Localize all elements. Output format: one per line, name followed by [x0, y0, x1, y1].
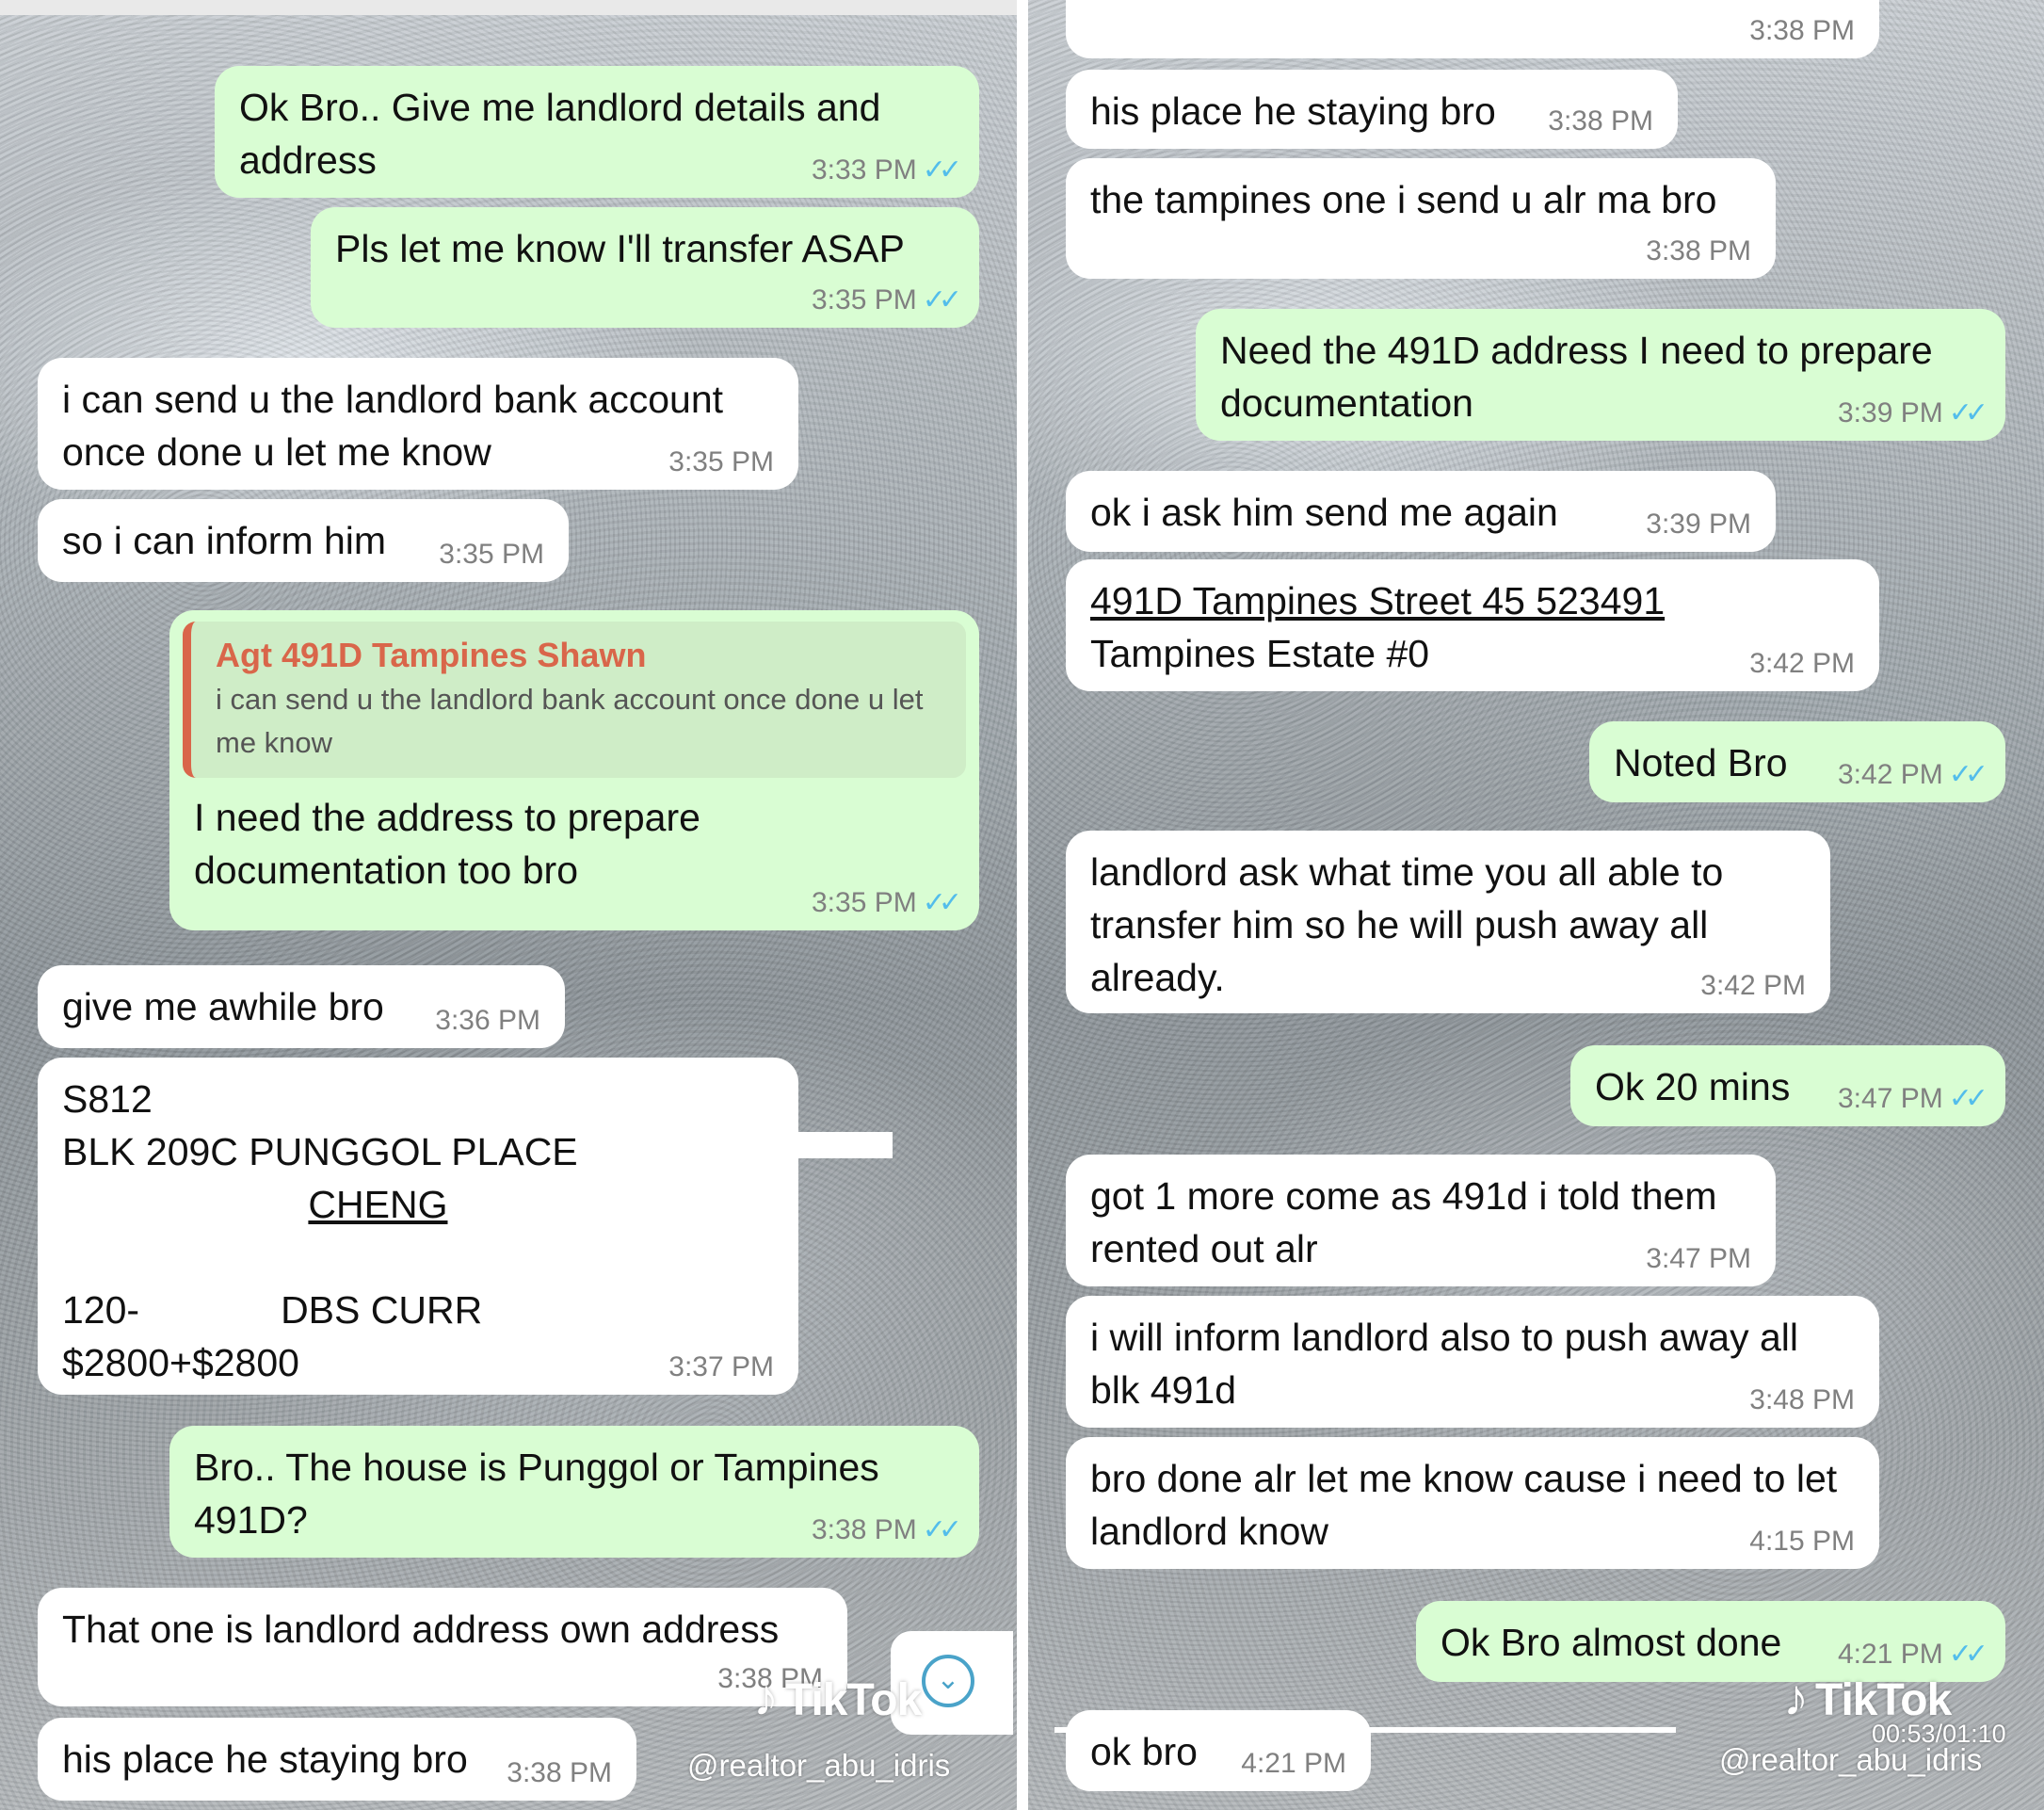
message-time: 3:35 PM — [811, 284, 917, 315]
left-chat-panel: Ok Bro.. Give me landlord details and ad… — [0, 0, 1017, 1810]
redaction-block — [139, 1292, 282, 1334]
video-progress-bar[interactable] — [1054, 1727, 1676, 1733]
panel-divider — [1017, 0, 1028, 1810]
message-bubble-incoming[interactable]: i can send u the landlord bank account o… — [38, 358, 798, 490]
bank-account-line: 120- DBS CURR — [62, 1284, 774, 1336]
message-text: I need the address to prepare documentat… — [194, 796, 700, 892]
redaction-block — [152, 1081, 266, 1123]
chevron-down-icon: ⌄ — [922, 1655, 974, 1707]
message-bubble-incoming[interactable]: landlord ask what time you all able to t… — [1066, 831, 1830, 1013]
read-ticks-icon: ✓✓ — [922, 1514, 962, 1545]
message-text: Tampines Estate #0 — [1090, 632, 1430, 675]
tiktok-logo: ♪ TikTok — [1783, 1670, 1952, 1726]
message-time: 3:38 PM — [1548, 105, 1653, 137]
message-time: 3:38 PM — [811, 1514, 917, 1545]
address-line: BLK 209C PUNGGOL PLACE — [62, 1130, 578, 1173]
message-time: 3:36 PM — [435, 1005, 540, 1036]
address-link[interactable]: 491D Tampines Street 45 523491 — [1090, 574, 1855, 627]
message-bubble-incoming-partial[interactable]: 3:38 PM — [1066, 0, 1879, 58]
read-ticks-icon: ✓✓ — [1948, 397, 1988, 428]
message-time: 3:47 PM — [1837, 1083, 1943, 1114]
account-number-line: S812 — [62, 1073, 774, 1125]
read-ticks-icon: ✓✓ — [922, 154, 962, 186]
message-bubble-incoming[interactable]: i will inform landlord also to push away… — [1066, 1296, 1879, 1428]
message-time: 3:39 PM — [1646, 509, 1751, 540]
read-ticks-icon: ✓✓ — [922, 284, 962, 315]
redaction-block — [62, 1187, 298, 1229]
message-bubble-incoming-bank-details[interactable]: S812 BLK 209C PUNGGOL PLACE CHENG 120- DB… — [38, 1058, 798, 1395]
message-bubble-incoming[interactable]: ok bro 4:21 PM — [1066, 1710, 1371, 1791]
quoted-text: i can send u the landlord bank account o… — [216, 683, 924, 759]
message-bubble-outgoing[interactable]: Pls let me know I'll transfer ASAP 3:35 … — [311, 207, 979, 328]
tiktok-logo: ♪ TikTok — [753, 1670, 922, 1726]
message-time: 3:33 PM — [811, 154, 917, 186]
quoted-message[interactable]: Agt 491D Tampines Shawn i can send u the… — [183, 622, 966, 778]
message-text: That one is landlord address own address — [62, 1608, 780, 1651]
message-time: 4:15 PM — [1749, 1526, 1855, 1557]
message-bubble-incoming[interactable]: so i can inform him 3:35 PM — [38, 499, 569, 582]
message-bubble-incoming[interactable]: got 1 more come as 491d i told them rent… — [1066, 1155, 1776, 1286]
previous-message-edge — [0, 0, 1017, 15]
message-bubble-incoming-address[interactable]: 491D Tampines Street 45 523491 Tampines … — [1066, 559, 1879, 691]
amount-line: $2800+$2800 — [62, 1341, 299, 1384]
message-text: the tampines one i send u alr ma bro — [1090, 178, 1717, 221]
message-time: 3:42 PM — [1749, 648, 1855, 679]
message-bubble-incoming[interactable]: the tampines one i send u alr ma bro 3:3… — [1066, 158, 1776, 279]
message-time: 3:38 PM — [1749, 15, 1855, 46]
message-bubble-incoming[interactable]: That one is landlord address own address… — [38, 1588, 847, 1706]
message-bubble-incoming[interactable]: ok i ask him send me again 3:39 PM — [1066, 471, 1776, 552]
read-ticks-icon: ✓✓ — [1948, 1639, 1988, 1670]
message-time: 3:42 PM — [1700, 970, 1806, 1001]
message-time: 3:48 PM — [1749, 1384, 1855, 1415]
message-bubble-incoming[interactable]: his place he staying bro 3:38 PM — [38, 1718, 636, 1801]
read-ticks-icon: ✓✓ — [1948, 759, 1988, 790]
message-text: bro done alr let me know cause i need to… — [1090, 1457, 1838, 1553]
message-bubble-outgoing[interactable]: Need the 491D address I need to prepare … — [1196, 309, 2005, 441]
message-bubble-incoming[interactable]: give me awhile bro 3:36 PM — [38, 965, 565, 1048]
tiktok-handle: @realtor_abu_idris — [1719, 1742, 1983, 1777]
message-time: 3:38 PM — [507, 1757, 612, 1788]
message-text: i will inform landlord also to push away… — [1090, 1316, 1799, 1412]
message-time: 3:35 PM — [439, 539, 544, 570]
read-ticks-icon: ✓✓ — [922, 887, 962, 918]
message-text: Pls let me know I'll transfer ASAP — [335, 227, 905, 270]
redaction-block — [798, 1132, 893, 1158]
quoted-sender-name: Agt 491D Tampines Shawn — [216, 636, 647, 674]
message-bubble-outgoing-reply[interactable]: Agt 491D Tampines Shawn i can send u the… — [169, 610, 979, 930]
message-time: 4:21 PM — [1837, 1639, 1943, 1670]
read-ticks-icon: ✓✓ — [1948, 1083, 1988, 1114]
message-time: 3:47 PM — [1646, 1243, 1751, 1274]
account-name-line: CHENG — [62, 1178, 774, 1231]
message-bubble-outgoing[interactable]: Noted Bro 3:42 PM ✓✓ — [1589, 721, 2005, 802]
message-bubble-incoming[interactable]: his place he staying bro 3:38 PM — [1066, 70, 1678, 149]
message-time: 3:39 PM — [1837, 397, 1943, 428]
message-time: 3:42 PM — [1837, 759, 1943, 790]
message-time: 4:21 PM — [1241, 1748, 1346, 1779]
message-bubble-outgoing[interactable]: Ok Bro.. Give me landlord details and ad… — [215, 66, 979, 198]
message-time: 3:35 PM — [811, 887, 917, 918]
message-text: landlord ask what time you all able to t… — [1090, 850, 1724, 999]
tiktok-handle: @realtor_abu_idris — [687, 1748, 951, 1783]
message-time: 3:37 PM — [668, 1351, 774, 1382]
message-bubble-outgoing[interactable]: Bro.. The house is Punggol or Tampines 4… — [169, 1426, 979, 1558]
message-bubble-outgoing[interactable]: Ok 20 mins 3:47 PM ✓✓ — [1570, 1045, 2005, 1126]
message-time: 3:38 PM — [1646, 235, 1751, 267]
message-time: 3:35 PM — [668, 446, 774, 477]
message-bubble-incoming[interactable]: bro done alr let me know cause i need to… — [1066, 1437, 1879, 1569]
right-chat-panel: 3:38 PM his place he staying bro 3:38 PM… — [1028, 0, 2044, 1810]
